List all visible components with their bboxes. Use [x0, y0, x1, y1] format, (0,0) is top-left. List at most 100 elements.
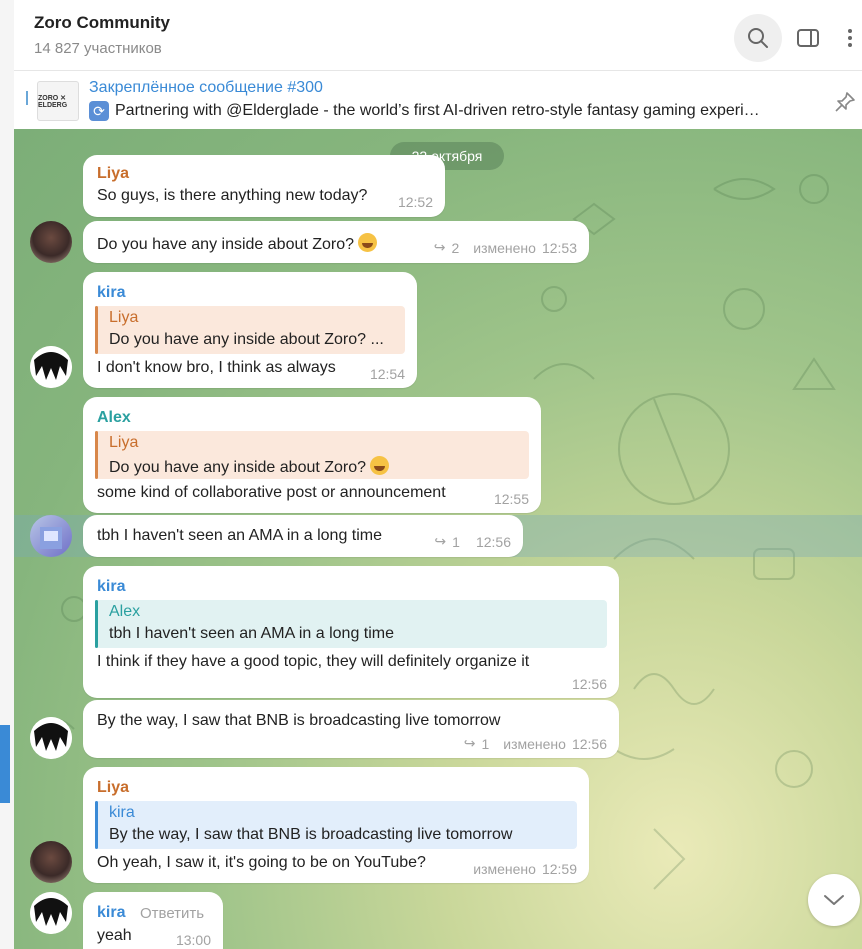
- pinned-thumbnail: ZORO ✕ ELDERG: [37, 81, 79, 121]
- message-text: yeah: [97, 927, 132, 944]
- reply-count[interactable]: 1: [452, 534, 460, 550]
- grin-sweat-emoji-icon: [358, 233, 378, 252]
- avatar[interactable]: [30, 221, 72, 263]
- scroll-to-bottom-button[interactable]: [808, 874, 860, 926]
- message-time: 12:56: [571, 676, 607, 692]
- anime-avatar-icon: [30, 346, 72, 388]
- message-bubble[interactable]: tbh I haven't seen an AMA in a long time…: [83, 515, 523, 557]
- message-bubble[interactable]: Liya So guys, is there anything new toda…: [83, 155, 445, 217]
- message-text-row: Do you have any inside about Zoro?: [97, 233, 378, 254]
- message-meta: ↪ 2 изменено 12:53: [434, 239, 577, 256]
- message-text: I think if they have a good topic, they …: [97, 653, 530, 670]
- avatar[interactable]: [30, 892, 72, 934]
- pinned-message-bar[interactable]: ZORO ✕ ELDERG Закреплённое сообщение #30…: [14, 70, 862, 130]
- reply-count-icon[interactable]: ↪: [434, 533, 446, 550]
- message-time: 12:55: [493, 491, 529, 507]
- reply-text-row: Do you have any inside about Zoro?: [109, 456, 390, 477]
- reply-action-button[interactable]: Ответить: [140, 905, 204, 922]
- sender-name[interactable]: kira: [97, 284, 125, 302]
- reply-text: Do you have any inside about Zoro? ...: [109, 331, 384, 348]
- message-bubble[interactable]: Liya kira By the way, I saw that BNB is …: [83, 767, 589, 883]
- more-vertical-icon: [848, 29, 852, 47]
- reply-sender: kira: [109, 804, 135, 821]
- sender-name[interactable]: kira: [97, 904, 125, 922]
- grin-sweat-emoji-icon: [370, 456, 390, 475]
- reply-count[interactable]: 2: [451, 240, 459, 256]
- pin-icon: [835, 92, 855, 112]
- toggle-sidebar-button[interactable]: [784, 14, 832, 62]
- avatar[interactable]: [30, 515, 72, 557]
- message-text: some kind of collaborative post or annou…: [97, 484, 446, 501]
- message-meta: 13:00: [176, 932, 211, 948]
- more-button[interactable]: [830, 14, 862, 62]
- sidebar-edge: [0, 0, 15, 949]
- anime-avatar-icon: [30, 892, 72, 934]
- message-meta: изменено 12:59: [473, 861, 577, 877]
- message-bubble[interactable]: By the way, I saw that BNB is broadcasti…: [83, 700, 619, 758]
- message-bubble[interactable]: kira Ответить yeah 13:00: [83, 892, 223, 949]
- message-bubble[interactable]: Do you have any inside about Zoro? ↪ 2 и…: [83, 221, 589, 263]
- message-time: 12:52: [397, 194, 433, 210]
- pinned-indicator: [26, 91, 28, 105]
- message-time: 12:54: [369, 366, 405, 382]
- sidebar-active-indicator: [0, 725, 10, 803]
- message-bubble[interactable]: Alex Liya Do you have any inside about Z…: [83, 397, 541, 513]
- message-meta: 12:52: [398, 194, 433, 210]
- member-count: 14 827 участников: [34, 40, 162, 57]
- reply-sender: Alex: [109, 603, 141, 620]
- message-text: tbh I haven't seen an AMA in a long time: [97, 527, 383, 544]
- edited-label: изменено: [473, 239, 536, 256]
- message-meta: 12:56: [572, 676, 607, 692]
- reply-count-icon[interactable]: ↪: [464, 735, 476, 752]
- message-time: 13:00: [175, 932, 211, 948]
- chat-area[interactable]: 22 октября Liya So guys, is there anythi…: [14, 129, 862, 949]
- anime-avatar-icon: [30, 717, 72, 759]
- message-time: 12:53: [541, 239, 577, 256]
- search-button[interactable]: [734, 14, 782, 62]
- reply-preview[interactable]: kira By the way, I saw that BNB is broad…: [95, 801, 577, 849]
- message-time: 12:59: [541, 861, 577, 877]
- pinned-text-row: ⟳ Partnering with @Elderglade - the worl…: [89, 101, 862, 121]
- chevron-down-icon: [824, 895, 844, 905]
- sender-name[interactable]: Alex: [97, 409, 131, 427]
- reply-count-icon[interactable]: ↪: [434, 239, 446, 256]
- reply-text: Do you have any inside about Zoro?: [109, 459, 367, 476]
- message-text: By the way, I saw that BNB is broadcasti…: [97, 712, 501, 729]
- repeat-emoji-icon: ⟳: [89, 101, 109, 121]
- alex-avatar-icon: [40, 527, 62, 549]
- reply-sender: Liya: [109, 434, 139, 451]
- message-time: 12:56: [571, 735, 607, 752]
- message-time: 12:56: [475, 533, 511, 550]
- chat-title[interactable]: Zoro Community: [34, 13, 170, 33]
- message-meta: 12:55: [494, 491, 529, 507]
- edited-label: изменено: [473, 861, 536, 877]
- message-text: I don't know bro, I think as always: [97, 359, 336, 376]
- reply-preview[interactable]: Liya Do you have any inside about Zoro?: [95, 431, 529, 479]
- sender-name[interactable]: kira: [97, 578, 125, 596]
- message-bubble[interactable]: kira Liya Do you have any inside about Z…: [83, 272, 417, 388]
- reply-text: By the way, I saw that BNB is broadcasti…: [109, 826, 513, 843]
- avatar[interactable]: [30, 717, 72, 759]
- avatar[interactable]: [30, 346, 72, 388]
- reply-count[interactable]: 1: [481, 736, 489, 752]
- sender-name[interactable]: Liya: [97, 165, 129, 183]
- message-text: Oh yeah, I saw it, it's going to be on Y…: [97, 854, 426, 871]
- pin-list-button[interactable]: [834, 91, 856, 118]
- chat-header: Zoro Community 14 827 участников: [14, 0, 862, 70]
- reply-text: tbh I haven't seen an AMA in a long time: [109, 625, 395, 642]
- message-meta: 12:54: [370, 366, 405, 382]
- pinned-text: Partnering with @Elderglade - the world’…: [115, 102, 760, 119]
- sender-name[interactable]: Liya: [97, 779, 129, 797]
- reply-preview[interactable]: Liya Do you have any inside about Zoro? …: [95, 306, 405, 354]
- message-text: Do you have any inside about Zoro?: [97, 236, 355, 253]
- avatar[interactable]: [30, 841, 72, 883]
- message-text: So guys, is there anything new today?: [97, 187, 368, 204]
- message-meta: ↪ 1 12:56: [434, 533, 511, 550]
- search-icon: [748, 28, 768, 48]
- reply-preview[interactable]: Alex tbh I haven't seen an AMA in a long…: [95, 600, 607, 648]
- edited-label: изменено: [503, 735, 566, 752]
- message-meta: ↪ 1 изменено 12:56: [464, 735, 607, 752]
- pinned-title: Закреплённое сообщение #300: [89, 79, 323, 96]
- reply-sender: Liya: [109, 309, 139, 326]
- message-bubble[interactable]: kira Alex tbh I haven't seen an AMA in a…: [83, 566, 619, 698]
